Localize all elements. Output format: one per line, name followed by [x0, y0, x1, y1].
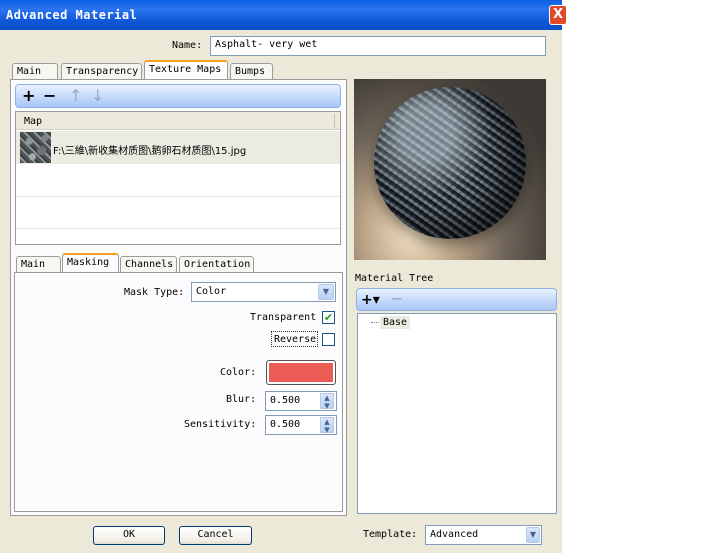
chevron-down-icon[interactable]: ▼ [318, 284, 334, 300]
sensitivity-stepper-icon[interactable]: ▲ ▼ [320, 417, 334, 434]
close-button[interactable]: X [549, 5, 567, 25]
template-dropdown-icon[interactable]: ▼ [526, 527, 540, 543]
map-column-header[interactable]: Map [24, 116, 42, 127]
tree-item-base[interactable]: Base [380, 316, 411, 329]
subtab-orientation[interactable]: Orientation [179, 256, 254, 273]
add-map-icon[interactable]: + [22, 87, 35, 105]
row-divider [16, 228, 340, 229]
remove-material-icon[interactable]: − [390, 290, 403, 308]
mask-type-label: Mask Type: [124, 287, 185, 298]
blur-label: Blur: [226, 394, 257, 405]
name-label: Name: [172, 40, 203, 51]
tab-transparency[interactable]: Transparency [61, 63, 142, 80]
transparent-label: Transparent [250, 312, 317, 323]
stone-texture-thumbnail [20, 132, 51, 163]
template-label: Template: [363, 529, 418, 540]
color-label: Color: [220, 367, 257, 378]
subtab-main[interactable]: Main [16, 256, 61, 273]
ok-button[interactable]: OK [93, 526, 165, 545]
mask-type-select[interactable]: Color [191, 282, 336, 302]
cancel-button[interactable]: Cancel [179, 526, 252, 545]
template-select[interactable]: Advanced [425, 525, 542, 545]
subtab-channels[interactable]: Channels [120, 256, 177, 273]
reverse-label: Reverse [274, 334, 317, 345]
tree-toolbar [356, 288, 557, 311]
material-tree-label: Material Tree [355, 273, 434, 284]
sensitivity-label: Sensitivity: [184, 419, 257, 430]
move-down-icon[interactable]: ↓ [91, 87, 104, 105]
tab-bumps[interactable]: Bumps [230, 63, 273, 80]
subtab-masking[interactable]: Masking [62, 253, 119, 273]
remove-map-icon[interactable]: − [43, 87, 56, 105]
move-up-icon[interactable]: ↑ [69, 87, 82, 105]
blur-stepper-icon[interactable]: ▲ ▼ [320, 393, 334, 410]
maps-toolbar [15, 84, 341, 108]
map-path: F:\三維\新收集材质图\鹅卵石材质图\15.jpg [53, 146, 247, 157]
material-preview [354, 79, 546, 260]
header-divider [334, 114, 335, 128]
row-divider [16, 196, 340, 197]
add-material-icon[interactable]: +▾ [361, 291, 380, 309]
reverse-checkbox[interactable] [322, 333, 335, 346]
window-title: Advanced Material [6, 8, 138, 22]
tab-main[interactable]: Main [12, 63, 58, 80]
map-list-header [16, 112, 340, 130]
mask-color-swatch[interactable] [266, 360, 336, 385]
tree-connector [371, 322, 379, 323]
tab-texture-maps[interactable]: Texture Maps [144, 60, 228, 80]
name-input[interactable]: Asphalt- very wet [210, 36, 546, 56]
material-tree [357, 313, 557, 514]
transparent-checkbox[interactable]: ✔ [322, 311, 335, 324]
preview-sphere [374, 87, 526, 239]
